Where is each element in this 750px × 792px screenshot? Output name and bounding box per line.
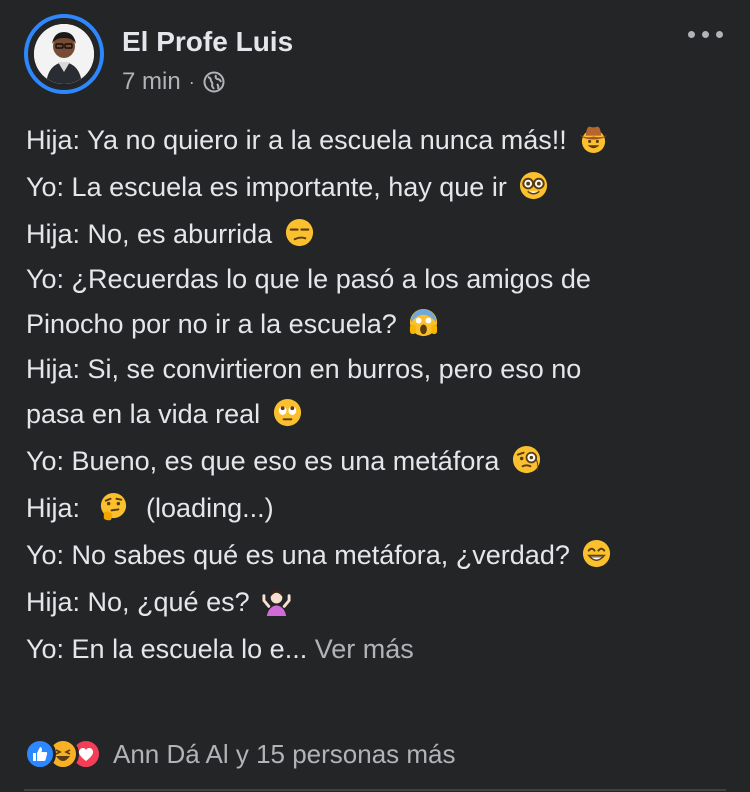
reactions-bar[interactable]: Ann Dá Al y 15 personas más bbox=[24, 736, 456, 772]
post-line: pasa en la vida real bbox=[26, 391, 726, 438]
post-line-text: Hija: No, ¿qué es? bbox=[26, 587, 250, 617]
post-line: Yo: ¿Recuerdas lo que le pasó a los amig… bbox=[26, 256, 726, 301]
post-line: Hija: No, ¿qué es? bbox=[26, 579, 726, 626]
post-line: Hija: No, es aburrida bbox=[26, 211, 726, 256]
person-shrugging-emoji bbox=[262, 589, 291, 616]
post-line: Hija: (loading...) bbox=[26, 485, 726, 532]
menu-dot bbox=[716, 31, 723, 38]
reactions-summary[interactable]: Ann Dá Al y 15 personas más bbox=[113, 739, 456, 770]
thinking-face-emoji bbox=[100, 492, 126, 521]
post-line-text: Pinocho por no ir a la escuela? bbox=[26, 309, 397, 339]
divider bbox=[24, 789, 726, 791]
post-line: Yo: En la escuela lo e... Ver más bbox=[26, 626, 726, 673]
more-horizontal-icon bbox=[688, 31, 695, 38]
screaming-face-emoji bbox=[410, 308, 438, 337]
post-line-text: Hija: No, es aburrida bbox=[26, 219, 273, 249]
post-line: Yo: La escuela es importante, hay que ir bbox=[26, 164, 726, 211]
author-name[interactable]: El Profe Luis bbox=[122, 26, 293, 58]
cowboy-face-emoji bbox=[580, 126, 608, 154]
globe-icon[interactable] bbox=[203, 71, 225, 93]
menu-dot bbox=[702, 31, 709, 38]
post-line-text: Yo: No sabes qué es una metáfora, ¿verda… bbox=[26, 540, 570, 570]
post-header: El Profe Luis 7 min · bbox=[24, 14, 726, 96]
eye-roll-face-emoji bbox=[273, 398, 301, 427]
post-meta: 7 min · bbox=[122, 68, 225, 96]
post-line: Yo: Bueno, es que eso es una metáfora bbox=[26, 438, 726, 485]
post-line-text: Hija: Ya no quiero ir a la escuela nunca… bbox=[26, 125, 567, 155]
post-body: Hija: Ya no quiero ir a la escuela nunca… bbox=[26, 117, 726, 673]
post-line-text: Yo: Bueno, es que eso es una metáfora bbox=[26, 446, 500, 476]
post-line-text: Yo: ¿Recuerdas lo que le pasó a los amig… bbox=[26, 264, 591, 294]
avatar-photo bbox=[34, 24, 94, 84]
post-line-text: Yo: En la escuela lo e... bbox=[26, 634, 308, 664]
monocle-face-emoji bbox=[512, 445, 540, 474]
meta-separator: · bbox=[188, 71, 195, 92]
more-options-button[interactable] bbox=[686, 28, 726, 42]
post-line: Yo: No sabes qué es una metáfora, ¿verda… bbox=[26, 532, 726, 579]
post-line-text: Hija: bbox=[26, 493, 81, 523]
post-line: Hija: Si, se convirtieron en burros, per… bbox=[26, 346, 726, 391]
post-line-text: Hija: Si, se convirtieron en burros, per… bbox=[26, 354, 582, 384]
post-line: Hija: Ya no quiero ir a la escuela nunca… bbox=[26, 117, 726, 164]
like-icon bbox=[24, 738, 56, 770]
post-time[interactable]: 7 min bbox=[122, 68, 181, 96]
post-line: Pinocho por no ir a la escuela? bbox=[26, 301, 726, 346]
post-line-text: pasa en la vida real bbox=[26, 399, 261, 429]
nerd-face-emoji bbox=[520, 171, 548, 200]
profile-avatar[interactable] bbox=[24, 14, 104, 94]
see-more-link[interactable]: Ver más bbox=[315, 634, 414, 664]
post-line-text: (loading...) bbox=[146, 493, 274, 523]
post-line-text: Yo: La escuela es importante, hay que ir bbox=[26, 172, 507, 202]
grinning-face-emoji bbox=[583, 539, 611, 568]
unamused-face-emoji bbox=[285, 218, 313, 247]
